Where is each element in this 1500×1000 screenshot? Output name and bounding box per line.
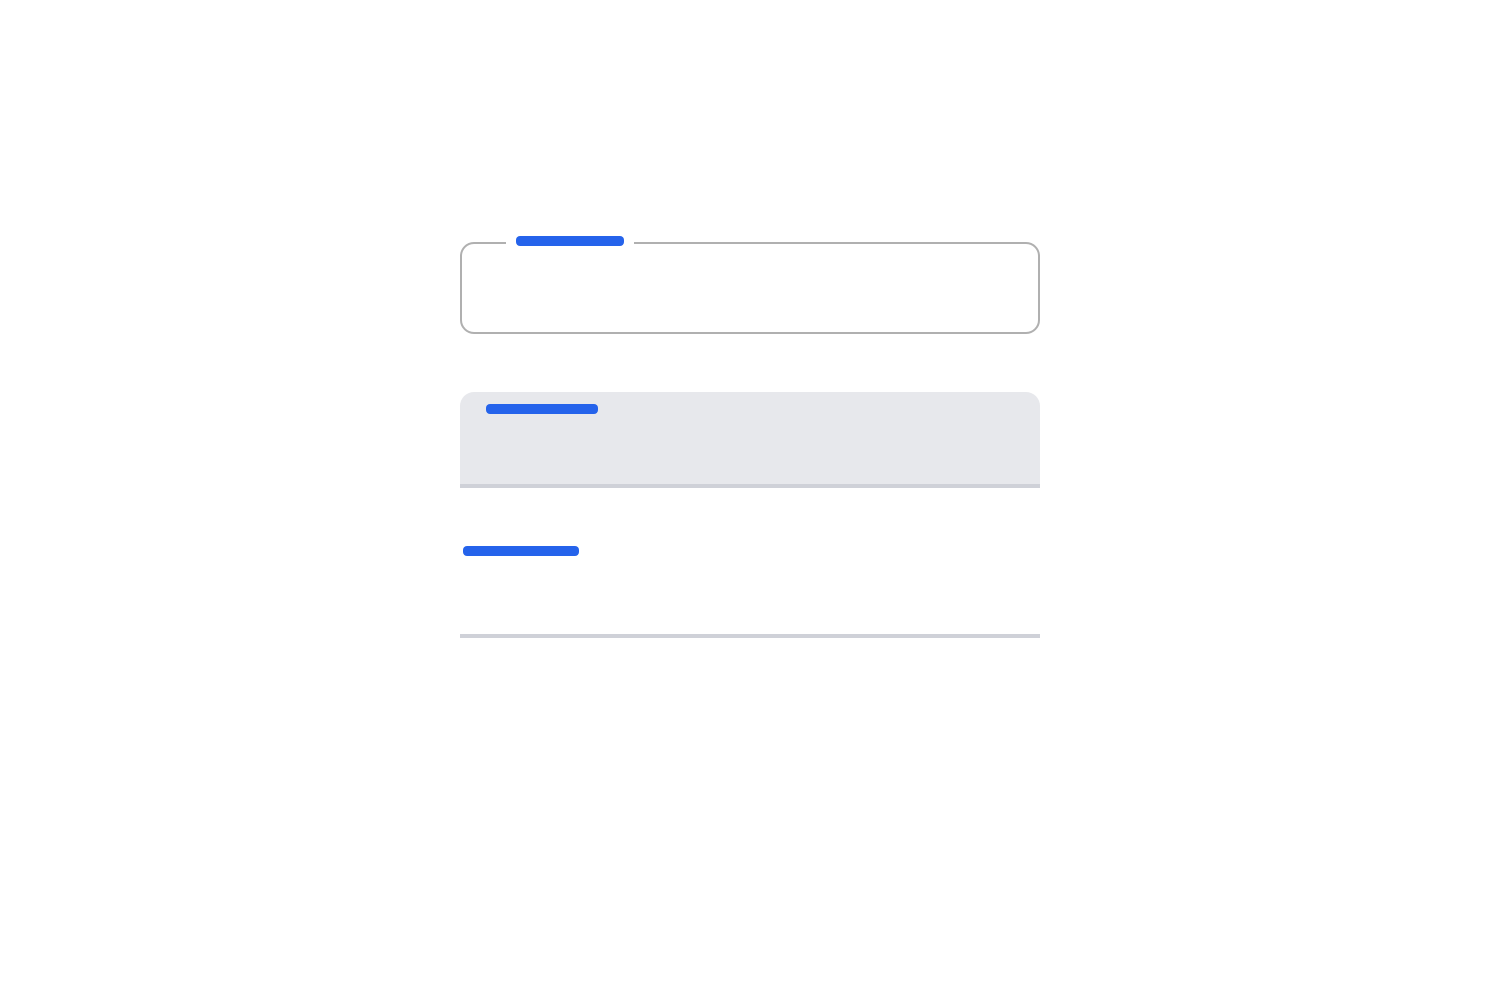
outlined-input[interactable] <box>462 244 1038 332</box>
standard-text-field[interactable] <box>460 546 1040 638</box>
standard-input[interactable] <box>460 546 1040 634</box>
filled-text-field[interactable] <box>460 392 1040 488</box>
outlined-label <box>516 236 624 246</box>
outlined-label-notch <box>506 236 634 246</box>
filled-label <box>486 404 598 414</box>
outlined-text-field[interactable] <box>460 242 1040 334</box>
standard-label <box>463 546 579 556</box>
text-field-variants <box>460 242 1040 638</box>
